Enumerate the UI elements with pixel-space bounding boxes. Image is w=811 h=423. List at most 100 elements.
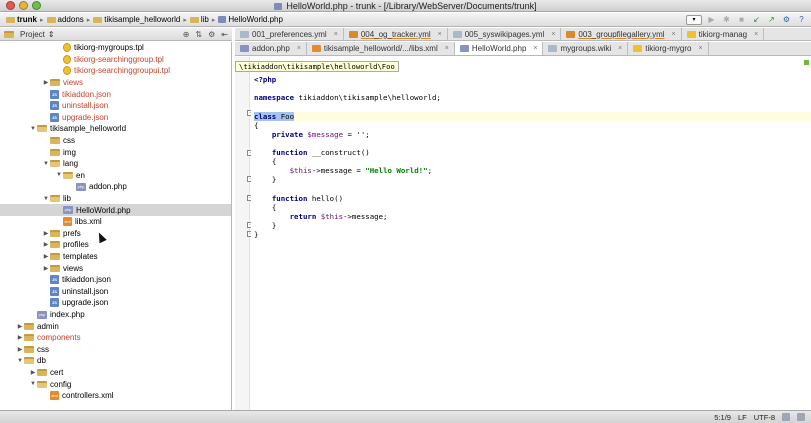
folder-file-icon	[50, 264, 60, 272]
collapse-all-icon[interactable]: ⇅	[195, 30, 202, 39]
tree-item[interactable]: ▼ en	[0, 170, 231, 182]
breadcrumb-tikisample-helloworld[interactable]: tikisample_helloworld	[90, 15, 183, 24]
zoom-window-button[interactable]	[32, 1, 41, 10]
vcs-update-icon[interactable]: ↙	[751, 14, 762, 25]
line-separator[interactable]: LF	[738, 413, 747, 422]
editor-tab[interactable]: mygroups.wiki ×	[543, 42, 629, 55]
editor-tab[interactable]: tikiorg-mygro ×	[628, 42, 709, 55]
close-window-button[interactable]	[6, 1, 15, 10]
minimize-window-button[interactable]	[19, 1, 28, 10]
collapsed-arrow-icon[interactable]: ▶	[42, 241, 50, 248]
tree-item[interactable]: ▶ templates	[0, 251, 231, 263]
tree-item[interactable]: JS tikiaddon.json	[0, 88, 231, 100]
expanded-arrow-icon[interactable]: ▼	[42, 161, 50, 167]
collapsed-arrow-icon[interactable]: ▶	[29, 369, 37, 376]
breadcrumb-lib[interactable]: lib	[187, 15, 212, 24]
expanded-arrow-icon[interactable]: ▼	[42, 196, 50, 202]
expanded-arrow-icon[interactable]: ▼	[16, 358, 24, 364]
help-icon[interactable]: ?	[796, 14, 807, 25]
expanded-arrow-icon[interactable]: ▼	[29, 126, 37, 132]
collapsed-arrow-icon[interactable]: ▶	[16, 323, 24, 330]
tree-item[interactable]: ▶ profiles	[0, 239, 231, 251]
tree-item[interactable]: php index.php	[0, 309, 231, 321]
editor-tab[interactable]: 003_groupfilegallery.yml ×	[561, 28, 682, 40]
close-tab-icon[interactable]: ×	[672, 31, 676, 38]
close-tab-icon[interactable]: ×	[297, 45, 301, 52]
caret-row-highlight	[251, 112, 811, 121]
close-tab-icon[interactable]: ×	[754, 31, 758, 38]
close-tab-icon[interactable]: ×	[438, 31, 442, 38]
close-tab-icon[interactable]: ×	[551, 31, 555, 38]
stop-icon[interactable]: ■	[736, 14, 747, 25]
tree-item[interactable]: xml libs.xml	[0, 216, 231, 228]
tree-item[interactable]: ▼ lib	[0, 193, 231, 205]
tree-item[interactable]: ▶ admin	[0, 320, 231, 332]
close-tab-icon[interactable]: ×	[618, 45, 622, 52]
tree-item-label: tikiorg-mygroups.tpl	[74, 43, 144, 53]
tree-item[interactable]: xml controllers.xml	[0, 390, 231, 402]
tree-item[interactable]: php addon.php	[0, 181, 231, 193]
code-editor[interactable]: <?php namespace tikiaddon\tikisample\hel…	[251, 57, 811, 410]
settings-icon[interactable]: ⚙	[781, 14, 792, 25]
tree-item[interactable]: ▶ views	[0, 262, 231, 274]
close-tab-icon[interactable]: ×	[699, 45, 703, 52]
editor-tab[interactable]: 005_syswikipages.yml ×	[448, 28, 562, 40]
tree-item[interactable]: ▶ cert	[0, 367, 231, 379]
editor-tab[interactable]: tikiorg-manag ×	[682, 28, 765, 40]
inspection-ok-icon[interactable]	[804, 60, 809, 65]
tree-item[interactable]: ▶ views	[0, 77, 231, 89]
debug-icon[interactable]: ✱	[721, 14, 732, 25]
tree-item[interactable]: JS uninstall.json	[0, 286, 231, 298]
tree-item[interactable]: php HelloWorld.php	[0, 204, 231, 216]
tree-item[interactable]: JS uninstall.json	[0, 100, 231, 112]
tree-item[interactable]: JS tikiaddon.json	[0, 274, 231, 286]
tree-item[interactable]: JS upgrade.json	[0, 112, 231, 124]
run-config-dropdown[interactable]: ▾	[686, 14, 702, 25]
file-type-icon	[686, 30, 696, 38]
tree-item[interactable]: css	[0, 135, 231, 147]
tree-item[interactable]: tikiorg-searchinggroupui.tpl	[0, 65, 231, 77]
tree-item[interactable]: img	[0, 146, 231, 158]
editor-tab[interactable]: tikisample_helloworld/.../libs.xml ×	[307, 42, 455, 55]
editor-tab[interactable]: addon.php ×	[235, 42, 307, 55]
collapsed-arrow-icon[interactable]: ▶	[42, 253, 50, 260]
scroll-from-source-icon[interactable]: ⊕	[183, 30, 190, 39]
collapsed-arrow-icon[interactable]: ▶	[16, 346, 24, 353]
collapsed-arrow-icon[interactable]: ▶	[42, 265, 50, 272]
tree-item[interactable]: ▼ tikisample_helloworld	[0, 123, 231, 135]
lock-icon[interactable]	[782, 413, 790, 421]
tree-item[interactable]: ▶ prefs	[0, 228, 231, 240]
collapsed-arrow-icon[interactable]: ▶	[42, 230, 50, 237]
expanded-arrow-icon[interactable]: ▼	[55, 172, 63, 178]
run-icon[interactable]: ▶	[706, 14, 717, 25]
breadcrumb-addons[interactable]: addons	[44, 15, 87, 24]
caret-position[interactable]: 5:1/9	[714, 413, 731, 422]
tree-item[interactable]: ▶ components	[0, 332, 231, 344]
tree-item[interactable]: ▼ lang	[0, 158, 231, 170]
tree-item[interactable]: ▼ config	[0, 378, 231, 390]
window-title: HelloWorld.php - trunk - [/Library/WebSe…	[286, 1, 537, 11]
close-tab-icon[interactable]: ×	[334, 31, 338, 38]
breadcrumb-trunk[interactable]: trunk	[3, 15, 40, 24]
editor-tab[interactable]: HelloWorld.php ×	[454, 42, 544, 55]
expanded-arrow-icon[interactable]: ▼	[29, 381, 37, 387]
tree-item[interactable]: ▶ css	[0, 344, 231, 356]
breadcrumb-helloworld-php[interactable]: HelloWorld.php	[215, 15, 286, 24]
inspector-icon[interactable]	[797, 413, 805, 421]
tree-item[interactable]: tikiorg-searchinggroup.tpl	[0, 54, 231, 66]
vcs-commit-icon[interactable]: ↗	[766, 14, 777, 25]
tree-item[interactable]: JS upgrade.json	[0, 297, 231, 309]
editor-tab[interactable]: 001_preferences.yml ×	[235, 28, 344, 40]
project-view-selector[interactable]: Project ⇕	[4, 30, 55, 39]
tree-item[interactable]: ▼ db	[0, 355, 231, 367]
collapsed-arrow-icon[interactable]: ▶	[42, 79, 50, 86]
close-tab-icon[interactable]: ×	[533, 45, 537, 52]
editor-tab[interactable]: 004_og_tracker.yml ×	[344, 28, 448, 40]
close-tab-icon[interactable]: ×	[445, 45, 449, 52]
hide-panel-icon[interactable]: ⇤	[221, 30, 228, 39]
tree-item[interactable]: tikiorg-mygroups.tpl	[0, 42, 231, 54]
gear-icon[interactable]: ⚙	[208, 30, 215, 39]
file-encoding[interactable]: UTF-8	[754, 413, 775, 422]
collapsed-arrow-icon[interactable]: ▶	[16, 334, 24, 341]
php-file-icon: php	[76, 182, 86, 191]
